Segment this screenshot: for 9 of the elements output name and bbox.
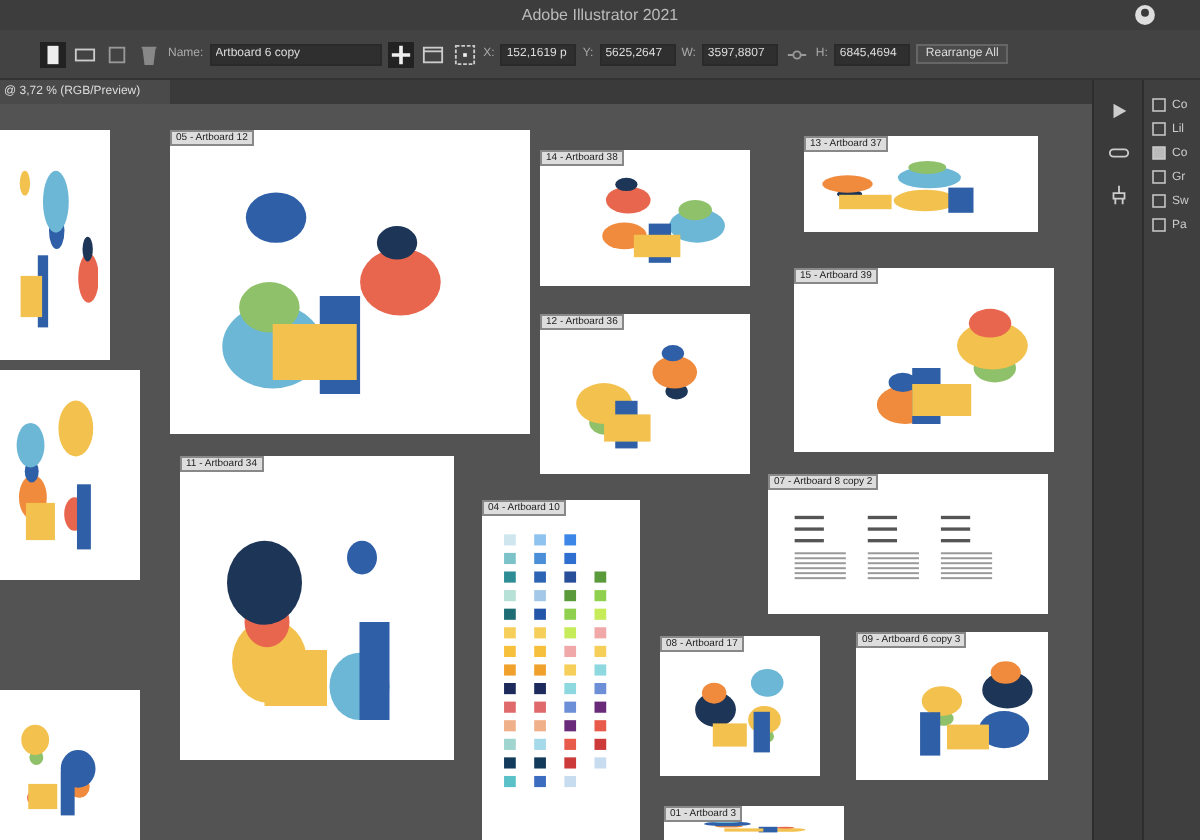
user-icon[interactable] <box>1134 4 1156 26</box>
artboard-options-icon[interactable] <box>419 41 446 67</box>
artboard-portrait-icon[interactable] <box>40 41 66 67</box>
trash-icon[interactable] <box>136 41 162 67</box>
new-artboard-icon[interactable] <box>104 41 130 67</box>
reference-point-icon[interactable] <box>451 41 478 67</box>
window-title: Adobe Illustrator 2021 <box>521 6 679 24</box>
puppet-icon[interactable] <box>1107 184 1129 206</box>
move-artwork-icon[interactable] <box>387 41 414 67</box>
